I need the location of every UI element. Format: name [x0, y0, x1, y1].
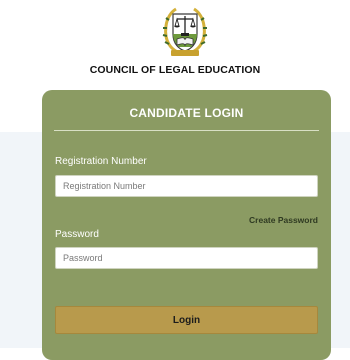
organization-name: COUNCIL OF LEGAL EDUCATION — [89, 64, 261, 76]
scales-of-justice-crest-icon — [162, 7, 208, 56]
council-logo — [160, 4, 210, 58]
create-password-link[interactable]: Create Password — [249, 215, 318, 225]
login-button[interactable]: Login — [55, 306, 318, 334]
title-divider — [54, 130, 319, 131]
candidate-login-card: CANDIDATE LOGIN Registration Number Crea… — [42, 90, 331, 360]
login-title: CANDIDATE LOGIN — [129, 106, 244, 120]
registration-number-input[interactable] — [55, 175, 318, 197]
password-label: Password — [55, 229, 99, 240]
password-input[interactable] — [55, 247, 318, 269]
registration-number-label: Registration Number — [55, 156, 147, 167]
